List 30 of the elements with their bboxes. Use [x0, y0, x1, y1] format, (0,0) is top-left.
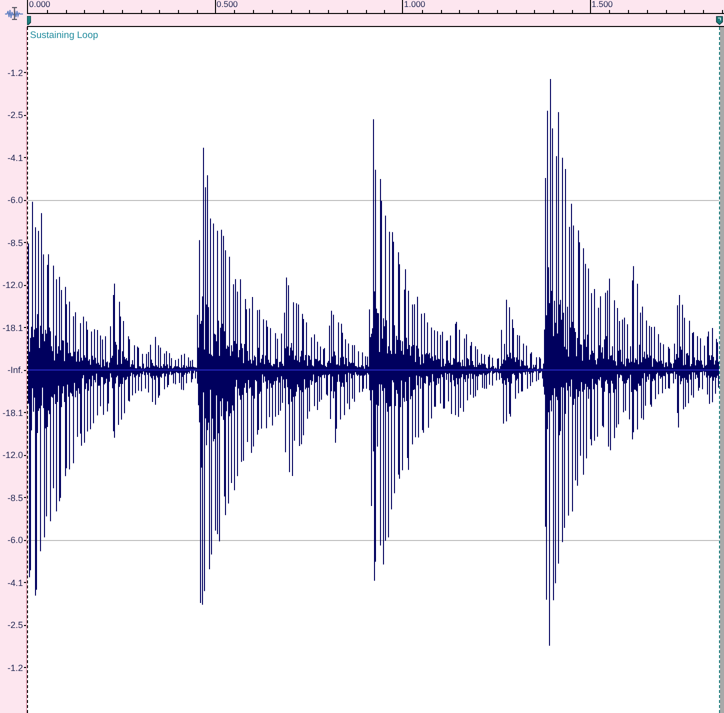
time-label: 0.000 [29, 0, 50, 9]
level-label: -12.0 [2, 450, 24, 460]
level-label: -1.2 [7, 68, 24, 78]
level-label: -2.5 [7, 110, 24, 120]
level-label: -4.1 [7, 152, 24, 162]
tick-mark [24, 497, 26, 498]
tick-mark [24, 667, 26, 668]
tick-mark [24, 582, 26, 583]
level-label: -12.0 [2, 280, 24, 290]
level-label: -2.5 [7, 620, 24, 630]
level-label: -6.0 [7, 195, 24, 205]
time-label: 1.500 [592, 0, 613, 9]
marker-flag-icon[interactable] [716, 16, 723, 25]
time-label: 0.500 [216, 0, 238, 9]
tick-mark [24, 157, 26, 158]
tick-mark [24, 327, 26, 328]
level-label: -Inf. [7, 365, 24, 375]
waveform-cursor-icon[interactable] [4, 7, 22, 20]
tick-mark [24, 72, 26, 73]
tick-mark [24, 242, 26, 243]
track-title: Sustaining Loop [30, 30, 98, 42]
level-label: -8.5 [7, 492, 24, 502]
tick-mark [24, 412, 26, 413]
level-label: -6.0 [7, 535, 24, 545]
time-label: 1.000 [404, 0, 426, 9]
level-label: -18.1 [2, 408, 24, 418]
level-label: -8.5 [7, 238, 24, 248]
level-label: -4.1 [7, 578, 24, 588]
level-label: -1.2 [7, 662, 24, 672]
level-label: -18.1 [2, 322, 24, 332]
